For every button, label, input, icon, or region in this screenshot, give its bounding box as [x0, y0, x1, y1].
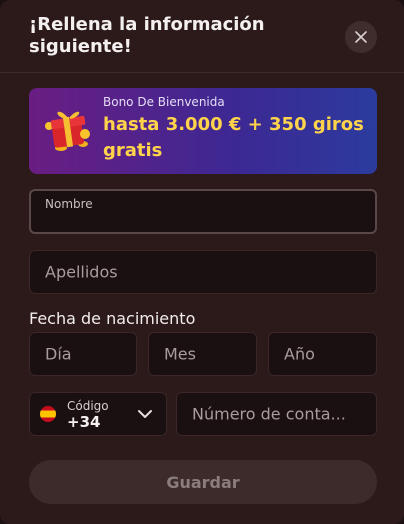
modal-header: ¡Rellena la información siguiente!: [0, 0, 404, 73]
country-code-label: Código: [67, 399, 109, 413]
birth-month-placeholder: Mes: [164, 344, 196, 364]
phone-number-placeholder: Número de conta...: [192, 404, 346, 424]
birth-day-placeholder: Día: [45, 344, 72, 364]
modal-title: ¡Rellena la información siguiente!: [29, 14, 265, 57]
gift-icon: [45, 111, 90, 151]
country-code-value: +34: [67, 413, 101, 431]
first-name-label: Nombre: [45, 197, 93, 211]
bonus-headline: hasta 3.000 € + 350 giros gratis: [103, 114, 364, 161]
first-name-field[interactable]: Nombre: [29, 189, 377, 234]
bonus-subtitle: Bono De Bienvenida: [103, 95, 225, 109]
country-code-select[interactable]: Código +34: [29, 392, 167, 436]
birth-day-field[interactable]: Día: [29, 332, 137, 376]
chevron-down-icon: [138, 410, 152, 418]
close-button[interactable]: [345, 21, 377, 53]
last-name-field[interactable]: Apellidos: [29, 250, 377, 294]
birth-year-field[interactable]: Año: [268, 332, 377, 376]
save-button[interactable]: Guardar: [29, 460, 377, 504]
birth-year-placeholder: Año: [284, 344, 315, 364]
phone-number-field[interactable]: Número de conta...: [176, 392, 377, 436]
birth-month-field[interactable]: Mes: [148, 332, 257, 376]
birthdate-label: Fecha de nacimiento: [29, 309, 196, 328]
spain-flag-icon: [40, 406, 56, 422]
signup-modal: ¡Rellena la información siguiente! Bono …: [0, 0, 404, 524]
close-icon: [355, 31, 367, 43]
last-name-placeholder: Apellidos: [45, 262, 118, 282]
